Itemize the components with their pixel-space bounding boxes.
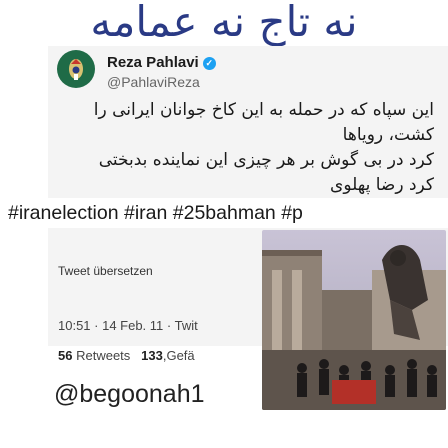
tweet-photo[interactable] <box>262 230 446 410</box>
tweet-stats: 56 Retweets 133,Gefä <box>58 348 195 363</box>
statue-toppling-photo <box>262 230 446 410</box>
author-handle[interactable]: @PahlaviReza <box>107 74 200 90</box>
image-credit: @begoonah1 <box>54 380 205 408</box>
author-name-text: Reza Pahlavi <box>107 54 199 71</box>
verified-badge-icon: ✓ <box>202 57 216 70</box>
avatar[interactable] <box>57 50 95 88</box>
tweet-timestamp[interactable]: 10:51 · 14 Feb. 11 · Twit <box>58 318 198 333</box>
translate-tweet-link[interactable]: Tweet übersetzen <box>58 264 153 278</box>
lion-and-sun-emblem-icon <box>69 59 83 80</box>
tweet-text-line: کرد در بی گوش بر هر چیزی این نماینده بدب… <box>98 150 434 170</box>
tweet-text-line: این سپاه که در حمله به این کاخ جوانان ای… <box>93 100 434 145</box>
tweet-hashtags[interactable]: #iranelection #iran #25bahman #p <box>8 198 448 228</box>
author-name[interactable]: Reza Pahlavi ✓ <box>107 54 216 71</box>
headline-slogan: نه تاج نه عمامه <box>90 0 358 46</box>
tweet-text-line: کرد رضا پهلوی <box>330 175 434 195</box>
retweets-label[interactable]: Retweets <box>76 348 130 363</box>
tweet-body: این سپاه که در حمله به این کاخ جوانان ای… <box>44 98 434 198</box>
retweets-count: 56 <box>58 348 73 363</box>
likes-label[interactable]: ,Gefä <box>163 348 195 363</box>
likes-count: 133 <box>141 348 163 363</box>
